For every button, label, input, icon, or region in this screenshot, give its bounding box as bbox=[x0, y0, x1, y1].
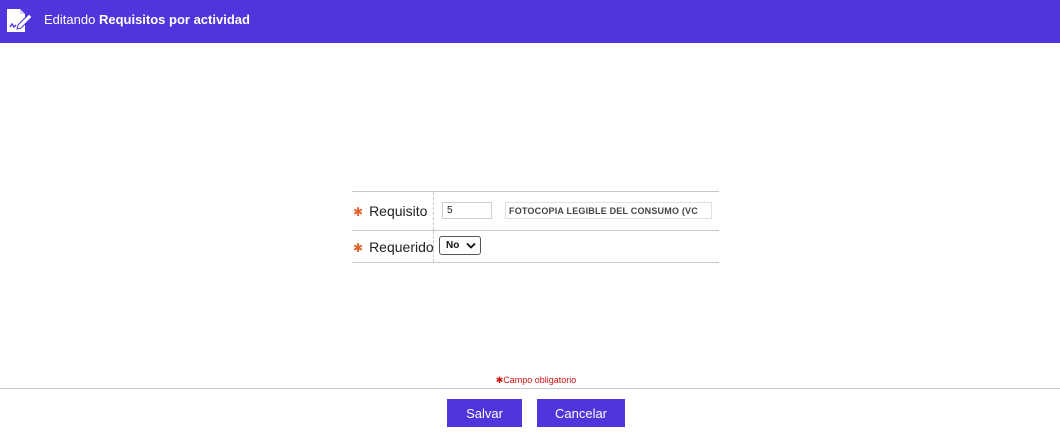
form-table: ✱ Requisito ✱ Requerido No bbox=[352, 191, 719, 263]
form-row-requerido: ✱ Requerido No bbox=[352, 231, 719, 263]
requisito-description-field bbox=[505, 202, 712, 219]
form-row-requisito: ✱ Requisito bbox=[352, 192, 719, 231]
requerido-selected-value: No bbox=[446, 240, 460, 251]
label-cell-requisito: ✱ Requisito bbox=[352, 192, 434, 230]
title-main: Requisitos por actividad bbox=[98, 12, 250, 27]
requisito-code-input[interactable] bbox=[442, 202, 492, 219]
requerido-label: Requerido bbox=[369, 238, 434, 255]
required-field-note: ✱Campo obligatorio bbox=[495, 375, 577, 385]
document-edit-icon bbox=[7, 9, 33, 32]
chevron-down-icon bbox=[466, 242, 476, 249]
requisito-label: Requisito bbox=[369, 203, 428, 219]
label-cell-requerido: ✱ Requerido bbox=[352, 231, 434, 262]
title-prefix: Editando bbox=[44, 12, 96, 27]
save-button[interactable]: Salvar bbox=[447, 399, 522, 427]
required-marker: ✱ bbox=[353, 205, 364, 219]
cancel-button[interactable]: Cancelar bbox=[537, 399, 625, 427]
requerido-select[interactable]: No bbox=[439, 236, 481, 255]
window-header: Editando Requisitos por actividad bbox=[0, 0, 1060, 43]
footer-divider bbox=[0, 388, 1060, 389]
required-marker: ✱ bbox=[353, 240, 364, 255]
window-title: Editando Requisitos por actividad bbox=[44, 12, 250, 28]
